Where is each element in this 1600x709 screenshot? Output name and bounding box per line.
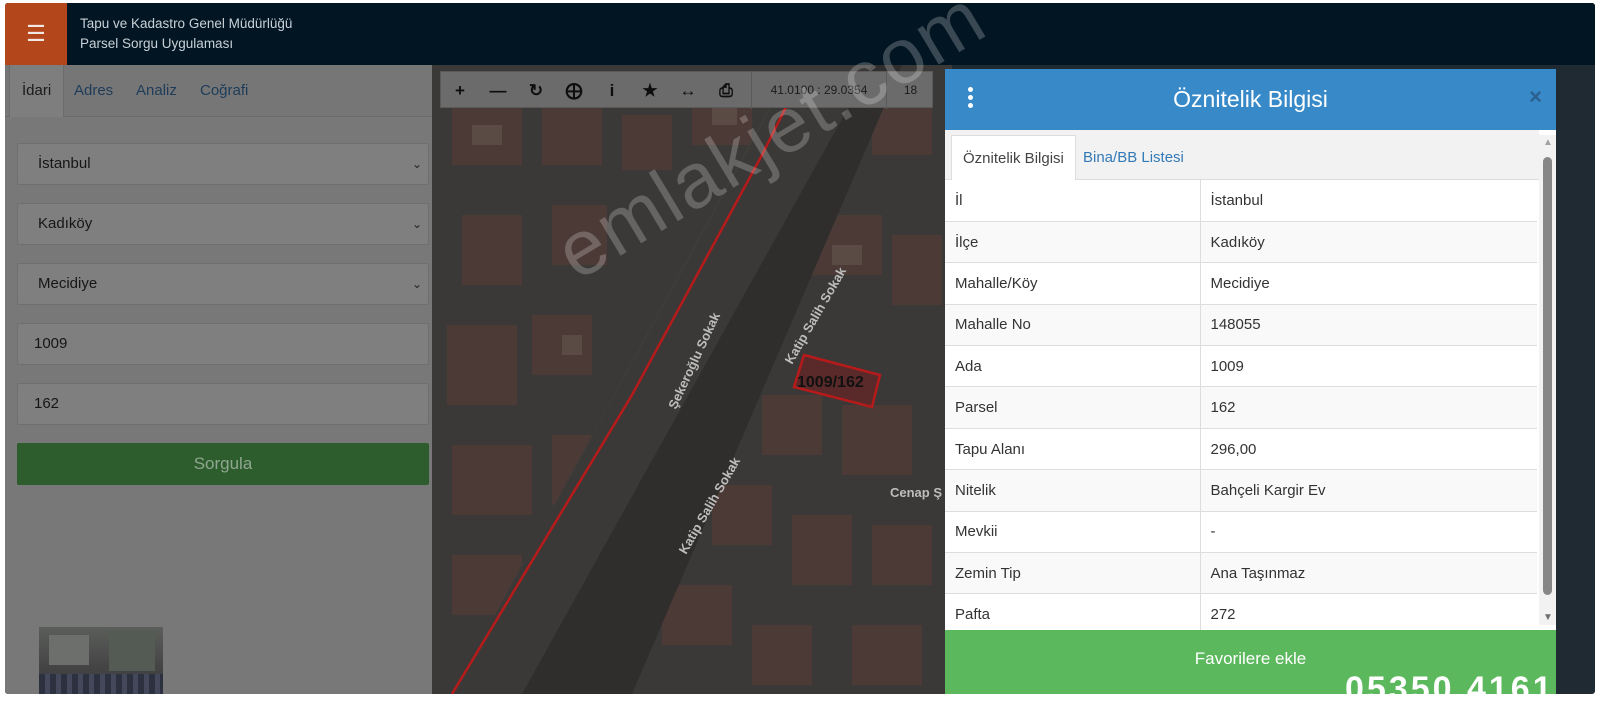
app-window: ☰ Tapu ve Kadastro Genel Müdürlüğü Parse…: [5, 3, 1595, 694]
table-row: Zemin Tip Ana Taşınmaz: [945, 552, 1537, 595]
attribute-value: Mecidiye: [1200, 262, 1537, 305]
attribute-panel-header: Öznitelik Bilgisi ×: [945, 69, 1556, 130]
attribute-key: Nitelik: [945, 469, 1201, 512]
mahalle-select[interactable]: Mecidiye ⌄: [17, 263, 429, 305]
scroll-down-icon[interactable]: ▼: [1543, 612, 1553, 623]
tab-idari[interactable]: İdari: [9, 65, 65, 117]
ada-input[interactable]: 1009: [17, 323, 429, 365]
table-row: Nitelik Bahçeli Kargir Ev: [945, 469, 1537, 512]
attribute-key: Mahalle/Köy: [945, 262, 1201, 305]
query-panel: İdari Adres Analiz Coğrafi İstanbul ⌄ Ka…: [5, 65, 432, 694]
tab-cografi[interactable]: Coğrafi: [188, 65, 260, 117]
attribute-value: 148055: [1200, 304, 1537, 347]
ilce-select[interactable]: Kadıköy ⌄: [17, 203, 429, 245]
scrollbar-thumb[interactable]: [1543, 157, 1552, 595]
attribute-value: 296,00: [1200, 428, 1537, 471]
il-select[interactable]: İstanbul ⌄: [17, 143, 429, 185]
chevron-down-icon: ⌄: [411, 217, 422, 231]
table-row: Mahalle No 148055: [945, 304, 1537, 347]
tab-oznitelik[interactable]: Öznitelik Bilgisi: [951, 135, 1076, 180]
attribute-key: Ada: [945, 345, 1201, 388]
attribute-value: Kadıköy: [1200, 221, 1537, 264]
parcel-label: 1009/162: [797, 374, 864, 391]
attribute-value: İstanbul: [1200, 180, 1537, 222]
zoom-in-icon[interactable]: +: [441, 72, 479, 109]
header-titles: Tapu ve Kadastro Genel Müdürlüğü Parsel …: [80, 14, 292, 54]
table-row: İl İstanbul: [945, 180, 1537, 222]
table-row: Mahalle/Köy Mecidiye: [945, 262, 1537, 305]
attribute-panel: Öznitelik Bilgisi × Öznitelik Bilgisi Bi…: [945, 69, 1556, 694]
attribute-key: Mevkii: [945, 511, 1201, 554]
table-row: Tapu Alanı 296,00: [945, 428, 1537, 471]
chevron-down-icon: ⌄: [411, 277, 422, 291]
attribute-value: -: [1200, 511, 1537, 554]
scrollbar[interactable]: ▲ ▼: [1539, 135, 1556, 625]
close-icon[interactable]: ×: [1529, 84, 1542, 110]
query-tabs: İdari Adres Analiz Coğrafi: [5, 65, 432, 117]
app-header: ☰ Tapu ve Kadastro Genel Müdürlüğü Parse…: [5, 3, 1595, 65]
table-row: Ada 1009: [945, 345, 1537, 388]
table-row: Mevkii -: [945, 511, 1537, 554]
print-icon[interactable]: ⎙: [707, 72, 745, 109]
zoom-level: 18: [903, 83, 918, 97]
thumbnail-photo: [39, 627, 163, 694]
mahalle-select-value: Mecidiye: [38, 275, 98, 292]
locate-icon[interactable]: ⨁: [555, 72, 593, 109]
attribute-value: 162: [1200, 386, 1537, 429]
scroll-up-icon[interactable]: ▲: [1543, 137, 1553, 148]
sorgula-button[interactable]: Sorgula: [17, 443, 429, 485]
tab-analiz[interactable]: Analiz: [124, 65, 189, 117]
attribute-value: Ana Taşınmaz: [1200, 552, 1537, 595]
il-select-value: İstanbul: [38, 155, 91, 172]
info-icon[interactable]: i: [593, 72, 631, 109]
coordinate-readout: 41.0100 : 29.0354: [751, 72, 887, 109]
refresh-icon[interactable]: ↻: [517, 72, 555, 109]
attribute-key: İl: [945, 180, 1201, 222]
phone-number-overlay: 05350 4161: [1345, 670, 1555, 708]
map-toolbar: + — ↻ ⨁ i ★ ↔ ⎙ 41.0100 : 29.0354 18: [440, 71, 933, 109]
ilce-select-value: Kadıköy: [38, 215, 93, 232]
table-row: İlçe Kadıköy: [945, 221, 1537, 264]
attribute-value: Bahçeli Kargir Ev: [1200, 469, 1537, 512]
attribute-key: İlçe: [945, 221, 1201, 264]
attribute-table: İl İstanbul İlçe Kadıköy Mahalle/Köy Mecidiye…: [945, 180, 1537, 636]
table-row: Parsel 162: [945, 386, 1537, 429]
favorite-star-icon[interactable]: ★: [631, 72, 669, 109]
attribute-key: Mahalle No: [945, 304, 1201, 347]
attribute-key: Zemin Tip: [945, 552, 1201, 595]
chevron-down-icon: ⌄: [411, 157, 422, 171]
attribute-value: 1009: [1200, 345, 1537, 388]
measure-icon[interactable]: ↔: [669, 72, 707, 109]
parsel-input[interactable]: 162: [17, 383, 429, 425]
attribute-tabs: Öznitelik Bilgisi Bina/BB Listesi: [945, 130, 1539, 180]
attribute-panel-title: Öznitelik Bilgisi: [1173, 86, 1328, 112]
tab-adres[interactable]: Adres: [62, 65, 125, 117]
more-options-icon[interactable]: [967, 87, 975, 113]
hamburger-icon[interactable]: ☰: [5, 3, 67, 65]
attribute-key: Tapu Alanı: [945, 428, 1201, 471]
tab-bina-listesi[interactable]: Bina/BB Listesi: [1072, 135, 1195, 180]
app-name: Parsel Sorgu Uygulaması: [80, 36, 234, 51]
map-view[interactable]: 1009/162 Şekeroğlu Sokak Katip Salih Sok…: [432, 65, 952, 694]
street-label: Cenap Ş: [890, 485, 942, 500]
attribute-key: Parsel: [945, 386, 1201, 429]
org-name: Tapu ve Kadastro Genel Müdürlüğü: [80, 16, 293, 31]
satellite-map: 1009/162 Şekeroğlu Sokak Katip Salih Sok…: [432, 65, 952, 694]
zoom-out-icon[interactable]: —: [479, 72, 517, 109]
